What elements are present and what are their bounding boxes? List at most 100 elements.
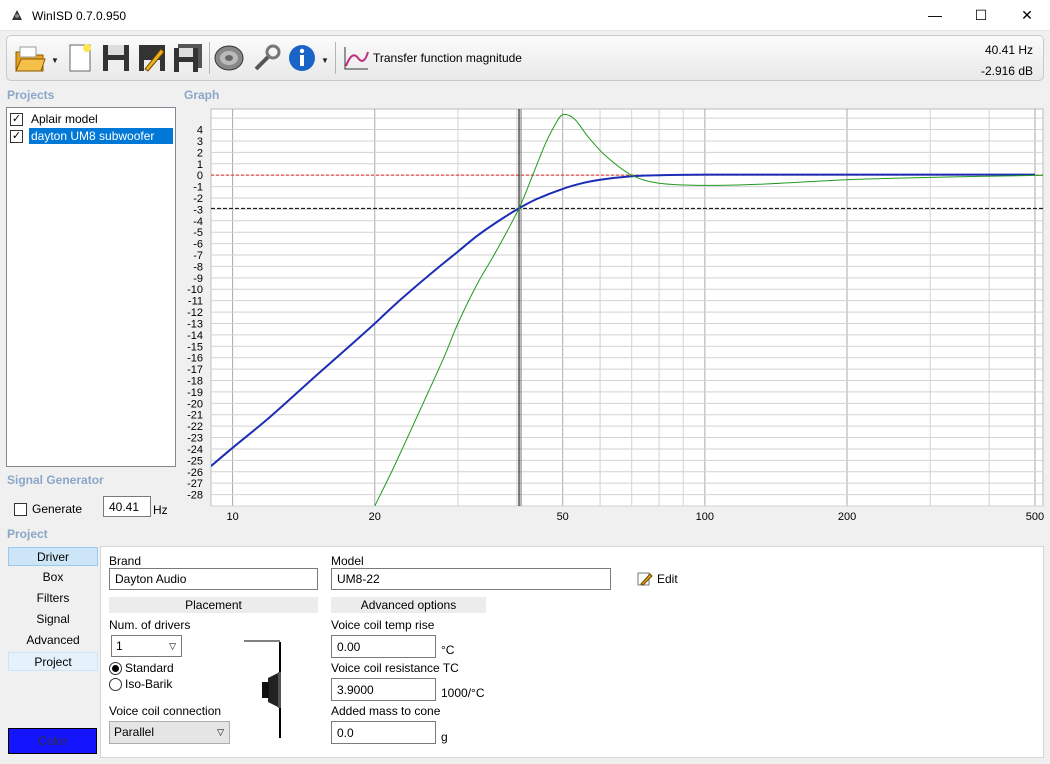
frequency-readout: 40.41 Hz [984, 43, 1033, 57]
y-tick-label: -22 [187, 421, 203, 433]
advanced-options-header: Advanced options [331, 597, 486, 613]
y-tick-label: -11 [188, 296, 203, 308]
project-checkbox[interactable]: ✓ [10, 112, 23, 126]
y-tick-label: -2 [193, 193, 203, 205]
app-icon [12, 10, 22, 20]
added-mass-unit: g [441, 730, 448, 744]
project-section-label: Project [7, 527, 48, 541]
generate-checkbox[interactable] [14, 502, 27, 516]
driver-placement-diagram [244, 640, 281, 738]
added-mass-input[interactable]: 0.0 [331, 721, 436, 744]
nav-signal[interactable]: Signal [8, 610, 98, 629]
y-tick-label: -26 [187, 467, 203, 479]
y-tick-label: -18 [187, 376, 203, 388]
y-tick-label: -5 [193, 227, 203, 239]
plot-background [210, 108, 1044, 507]
vc-resistance-unit: 1000/°C [441, 686, 485, 700]
x-tick-label: 200 [838, 511, 856, 523]
project-name[interactable]: Aplair model [29, 111, 100, 127]
nav-filters[interactable]: Filters [8, 589, 98, 608]
vc-resistance-input[interactable]: 3.9000 [331, 678, 436, 701]
project-checkbox[interactable]: ✓ [10, 129, 23, 143]
coil-connection-select[interactable]: Parallel ▽ [109, 721, 230, 744]
y-tick-label: -20 [187, 398, 203, 410]
nav-driver[interactable]: Driver [8, 547, 98, 566]
y-tick-label: -25 [187, 455, 203, 467]
x-tick-label: 10 [226, 511, 238, 523]
vc-temp-label: Voice coil temp rise [331, 618, 435, 632]
num-drivers-value: 1 [116, 639, 123, 653]
generate-label: Generate [32, 502, 83, 516]
y-tick-label: -17 [187, 364, 203, 376]
chevron-down-icon: ▽ [169, 641, 176, 651]
project-item[interactable]: ✓ Aplair model [10, 111, 100, 127]
y-tick-label: -23 [187, 433, 203, 445]
y-tick-label: 4 [197, 125, 203, 137]
y-tick-label: -15 [187, 341, 203, 353]
y-tick-label: 0 [197, 170, 203, 182]
generator-unit: Hz [153, 503, 168, 517]
brand-input[interactable]: Dayton Audio [109, 568, 318, 590]
graph-icon[interactable] [339, 41, 373, 75]
y-tick-label: 3 [197, 136, 203, 148]
radio-isobarik-label: Iso-Barik [125, 677, 173, 691]
tools-icon[interactable] [250, 41, 284, 75]
radio-isobarik[interactable]: Iso-Barik [109, 677, 172, 691]
project-name[interactable]: dayton UM8 subwoofer [29, 128, 173, 144]
radio-dot[interactable] [109, 661, 122, 675]
open-folder-icon[interactable] [13, 41, 47, 75]
open-dropdown-caret[interactable]: ▼ [51, 56, 59, 65]
generate-checkbox-group[interactable]: Generate [14, 502, 82, 516]
y-tick-label: -27 [187, 478, 203, 490]
radio-dot[interactable] [109, 677, 122, 691]
info-icon[interactable] [285, 41, 319, 75]
graph-type-label[interactable]: Transfer function magnitude [373, 51, 522, 65]
window-title: WinISD 0.7.0.950 [32, 9, 127, 23]
y-tick-label: -1 [193, 182, 203, 194]
info-dropdown-caret[interactable]: ▼ [321, 56, 329, 65]
y-tick-label: -14 [187, 330, 203, 342]
placement-header: Placement [109, 597, 318, 613]
edit-project-icon[interactable] [135, 41, 169, 75]
model-label: Model [331, 554, 364, 568]
y-tick-label: -19 [187, 387, 203, 399]
save-icon[interactable] [99, 41, 133, 75]
save-all-icon[interactable] [171, 41, 205, 75]
model-input[interactable]: UM8-22 [331, 568, 611, 590]
driver-icon[interactable] [212, 41, 246, 75]
y-tick-label: -10 [187, 284, 203, 296]
y-tick-label: -7 [193, 250, 203, 262]
edit-driver-button[interactable]: Edit [637, 571, 678, 587]
vc-temp-input[interactable]: 0.00 [331, 635, 436, 658]
transfer-function-chart[interactable]: 43210-1-2-3-4-5-6-7-8-9-10-11-12-13-14-1… [182, 107, 1048, 527]
num-drivers-select[interactable]: 1 ▽ [111, 635, 182, 657]
y-tick-label: -12 [187, 307, 203, 319]
y-tick-label: -6 [193, 239, 203, 251]
nav-advanced[interactable]: Advanced [8, 631, 98, 650]
pencil-icon [637, 572, 653, 586]
projects-list[interactable]: ✓ Aplair model ✓ dayton UM8 subwoofer [6, 107, 176, 467]
close-button[interactable]: ✕ [1004, 0, 1050, 30]
radio-standard[interactable]: Standard [109, 661, 174, 675]
nav-project[interactable]: Project [8, 652, 98, 671]
vc-temp-unit: °C [441, 643, 455, 657]
y-tick-label: -4 [193, 216, 203, 228]
generator-frequency-input[interactable]: 40.41 [103, 496, 151, 517]
x-tick-label: 500 [1026, 511, 1044, 523]
y-tick-label: -24 [187, 444, 203, 456]
y-tick-label: -21 [187, 410, 203, 422]
signal-generator-label: Signal Generator [7, 473, 104, 487]
nav-box[interactable]: Box [8, 568, 98, 587]
title-bar: WinISD 0.7.0.950 — ☐ ✕ [0, 0, 1050, 31]
projects-label: Projects [7, 88, 55, 102]
new-project-icon[interactable] [63, 41, 97, 75]
maximize-button[interactable]: ☐ [958, 0, 1004, 30]
color-button[interactable]: Color [8, 728, 97, 754]
level-readout: -2.916 dB [980, 64, 1033, 78]
vc-resistance-label: Voice coil resistance TC [331, 661, 459, 675]
coil-connection-value: Parallel [114, 725, 155, 739]
minimize-button[interactable]: — [912, 0, 958, 30]
project-item[interactable]: ✓ dayton UM8 subwoofer [10, 128, 173, 144]
x-tick-label: 20 [369, 511, 381, 523]
y-tick-label: -9 [193, 273, 203, 285]
